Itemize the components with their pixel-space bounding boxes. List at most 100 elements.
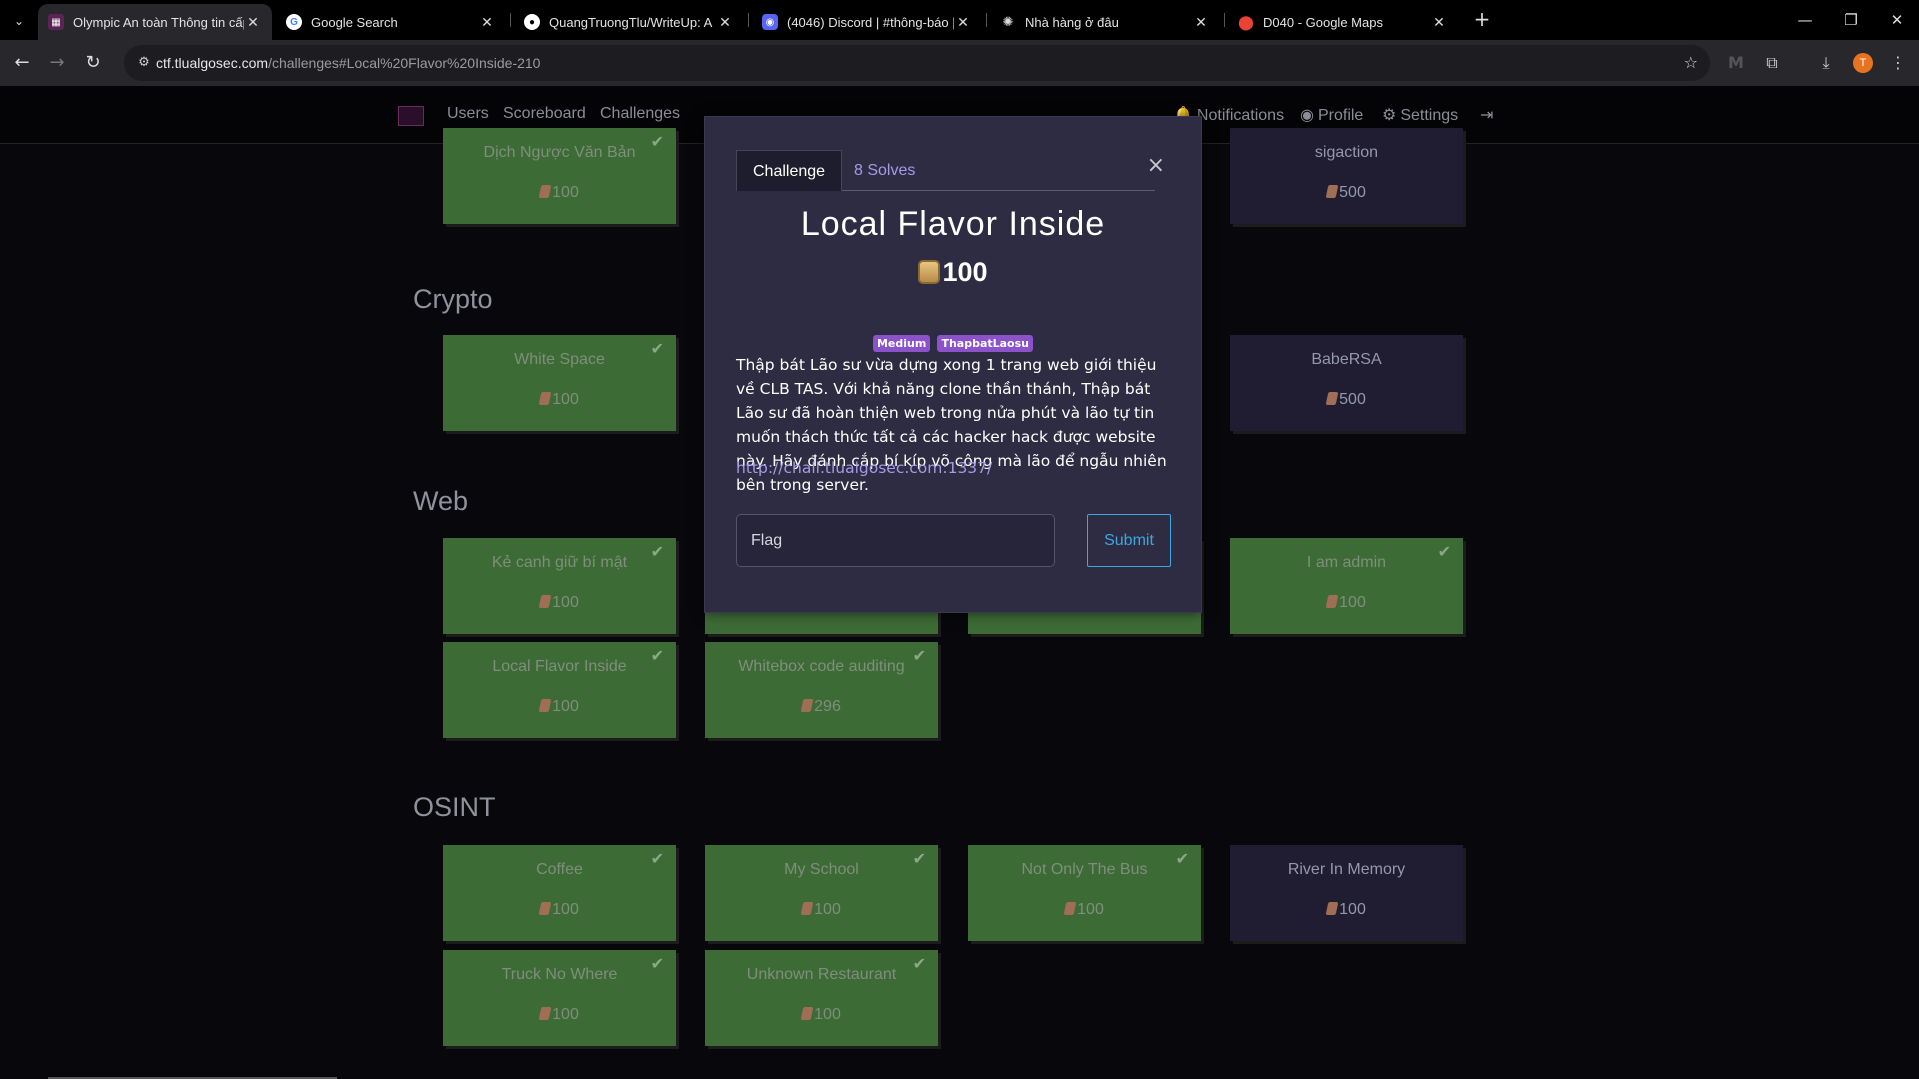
challenge-card[interactable]: ✔ Kẻ canh giữ bí mật 100 (443, 538, 676, 634)
close-icon[interactable]: ✕ (716, 14, 734, 31)
coin-icon (800, 902, 814, 915)
challenge-card[interactable]: ✔ Not Only The Bus 100 (968, 845, 1201, 941)
browser-tab-strip: ⌄ ▦ Olympic An toàn Thông tin cấp ✕ G Go… (0, 0, 1919, 40)
browser-tab-github[interactable]: ● QuangTruongTlu/WriteUp: A pl ✕ (514, 4, 744, 40)
bookmark-star-icon[interactable]: ☆ (1684, 53, 1698, 72)
close-icon[interactable]: × (1147, 153, 1165, 178)
profile-avatar[interactable]: T (1853, 53, 1873, 73)
challenge-value: 100 (443, 901, 676, 919)
new-tab-button[interactable]: + (1470, 8, 1494, 32)
window-close-icon[interactable]: ✕ (1882, 8, 1912, 32)
tag-badge: Medium (872, 335, 931, 352)
more-menu-icon[interactable]: ⋮ (1886, 51, 1910, 75)
nav-settings[interactable]: ⚙ Settings (1382, 105, 1458, 125)
ctf-logo-icon: ▦ (48, 14, 64, 30)
logout-icon[interactable]: ⇥ (1480, 105, 1493, 125)
challenge-card[interactable]: ✔ Dịch Ngược Văn Bản 100 (443, 128, 676, 224)
tab-title: (4046) Discord | #thông-báo | C (787, 14, 954, 30)
site-logo[interactable] (398, 106, 424, 126)
tab-solves[interactable]: 8 Solves (838, 150, 931, 191)
nav-scoreboard[interactable]: Scoreboard (503, 105, 586, 123)
tab-challenge[interactable]: Challenge (736, 150, 843, 191)
challenge-card[interactable]: ✔ Coffee 100 (443, 845, 676, 941)
close-icon[interactable]: ✕ (1192, 14, 1210, 31)
browser-tab-maps[interactable]: ⬤ D040 - Google Maps ✕ (1228, 4, 1458, 40)
challenge-name: My School (784, 861, 859, 878)
tab-title: D040 - Google Maps (1263, 14, 1383, 30)
challenge-name: BabeRSA (1311, 351, 1382, 368)
ctf-page: Users Scoreboard Challenges 🔔Notificatio… (0, 86, 1919, 1079)
challenge-link[interactable]: http://chall.tlualgosec.com:1337/ (736, 459, 992, 477)
challenge-name: Kẻ canh giữ bí mật (491, 554, 628, 571)
coin-icon (1325, 392, 1339, 405)
minimize-icon[interactable]: — (1790, 8, 1820, 32)
challenge-value: 100 (1230, 901, 1463, 919)
forward-arrow-icon[interactable]: → (45, 51, 69, 75)
nav-users[interactable]: Users (447, 105, 489, 123)
coin-icon (538, 902, 552, 915)
reload-icon[interactable]: ↻ (81, 51, 105, 75)
coin-icon (538, 1007, 552, 1020)
coins-icon (918, 260, 941, 284)
site-info-icon[interactable]: ⚙ (134, 53, 154, 73)
challenge-value: 100 (443, 391, 676, 409)
address-bar[interactable]: ⚙ ctf.tlualgosec.com/challenges#Local%20… (124, 45, 1710, 81)
challenge-value: 100 (443, 1006, 676, 1024)
coin-icon (538, 699, 552, 712)
close-icon[interactable]: ✕ (478, 14, 496, 31)
section-title-osint: OSINT (413, 792, 496, 822)
challenge-value: 500 (1230, 184, 1463, 202)
challenge-name: Not Only The Bus (1021, 861, 1148, 878)
coin-icon (538, 185, 552, 198)
challenge-card[interactable]: BabeRSA 500 (1230, 335, 1463, 431)
challenge-name: I am admin (1306, 554, 1387, 571)
extensions-puzzle-icon[interactable]: ⧉ (1760, 51, 1784, 75)
nav-challenges[interactable]: Challenges (600, 105, 680, 123)
challenge-card[interactable]: River In Memory 100 (1230, 845, 1463, 941)
submit-button[interactable]: Submit (1087, 514, 1171, 567)
url-text: ctf.tlualgosec.com/challenges#Local%20Fl… (156, 55, 541, 71)
challenge-name: Unknown Restaurant (746, 966, 897, 983)
challenge-card[interactable]: ✔ Local Flavor Inside 100 (443, 642, 676, 738)
challenge-card[interactable]: ✔ Truck No Where 100 (443, 950, 676, 1046)
challenge-card[interactable]: ✔ Whitebox code auditing 296 (705, 642, 938, 738)
challenge-card[interactable]: ✔ Unknown Restaurant 100 (705, 950, 938, 1046)
coin-icon (1325, 595, 1339, 608)
gmail-extension-icon[interactable]: M (1724, 51, 1748, 75)
challenge-tags: Medium ThapbatLaosu (705, 332, 1201, 352)
challenge-card[interactable]: ✔ White Space 100 (443, 335, 676, 431)
section-title-crypto: Crypto (413, 284, 493, 314)
restore-icon[interactable]: ❐ (1836, 8, 1866, 32)
close-icon[interactable]: ✕ (1430, 14, 1448, 31)
coin-icon (538, 595, 552, 608)
browser-tab-discord[interactable]: ◉ (4046) Discord | #thông-báo | C ✕ (752, 4, 982, 40)
coin-icon (538, 392, 552, 405)
coin-icon (1325, 902, 1339, 915)
challenge-name: Truck No Where (501, 966, 618, 983)
close-icon[interactable]: ✕ (954, 14, 972, 31)
challenge-value: 296 (705, 698, 938, 716)
discord-icon: ◉ (762, 14, 778, 30)
challenge-card[interactable]: sigaction 500 (1230, 128, 1463, 224)
coin-icon (800, 699, 814, 712)
challenge-card[interactable]: ✔ I am admin 100 (1230, 538, 1463, 634)
browser-tab-chatgpt[interactable]: ✺ Nhà hàng ở đâu ✕ (990, 4, 1220, 40)
back-arrow-icon[interactable]: ← (10, 51, 34, 75)
tab-search-icon[interactable]: ⌄ (8, 10, 30, 32)
challenge-value: 100 (705, 1006, 938, 1024)
challenge-value: 500 (1230, 391, 1463, 409)
flag-input[interactable]: Flag (736, 514, 1055, 567)
challenge-value: 100 (968, 901, 1201, 919)
nav-profile[interactable]: ◉ Profile (1300, 105, 1363, 125)
tab-title: Google Search (311, 14, 398, 30)
browser-tab-google[interactable]: G Google Search ✕ (276, 4, 506, 40)
challenge-points: 100 (705, 257, 1201, 288)
challenge-title: Local Flavor Inside (800, 205, 1106, 243)
challenge-modal: Challenge 8 Solves × Local Flavor Inside… (704, 116, 1202, 613)
challenge-value: 100 (705, 901, 938, 919)
challenge-card[interactable]: ✔ My School 100 (705, 845, 938, 941)
download-icon[interactable]: ⤓ (1814, 51, 1838, 75)
browser-tab-ctf[interactable]: ▦ Olympic An toàn Thông tin cấp ✕ (38, 4, 272, 40)
close-icon[interactable]: ✕ (244, 14, 262, 31)
challenge-value: 100 (443, 184, 676, 202)
